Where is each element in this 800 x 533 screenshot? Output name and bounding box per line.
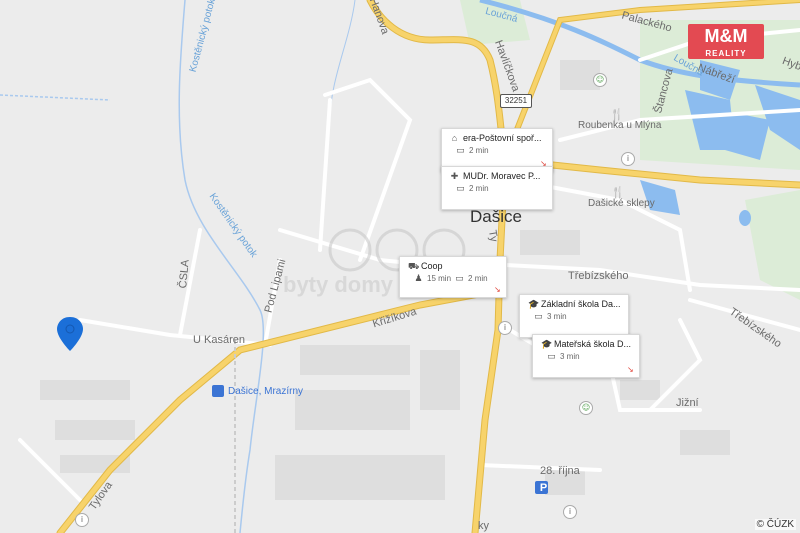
info-icon[interactable]: i	[621, 152, 635, 166]
poi-card-kindergarten[interactable]: 🎓 Mateřská škola D... ▭ 3 min ↘	[532, 334, 640, 378]
school-icon: 🎓	[528, 298, 540, 309]
street-label-jizni: Jižní	[676, 397, 699, 409]
poi-card-time: 2 min	[469, 184, 489, 193]
school-icon: 🎓	[541, 338, 553, 349]
poi-card-coop[interactable]: ⛟ Coop ♟ 15 min ▭ 2 min ↘	[399, 256, 507, 298]
street-label-trebizskeho: Třebízského	[568, 270, 629, 282]
poi-card-doctor[interactable]: ✚ MUDr. Moravec P... ▭ 2 min	[441, 166, 553, 210]
bus-stop-icon	[212, 385, 224, 397]
car-icon: ▭	[455, 273, 464, 283]
sports-icon[interactable]: ☺	[579, 401, 593, 415]
bus-stop-label: Dašice, Mrazírny	[228, 386, 304, 397]
copyright-text: © ČÚZK	[754, 519, 796, 530]
poi-card-time: 2 min	[469, 146, 489, 155]
leisure-icon[interactable]: ☺	[593, 73, 607, 87]
walk-icon: ♟	[414, 273, 423, 283]
poi-card-walk-time: 15 min	[427, 274, 452, 283]
medical-icon: ✚	[450, 170, 459, 181]
poi-card-title: era-Poštovní spoř...	[463, 133, 542, 143]
info-icon[interactable]: i	[75, 513, 89, 527]
navigate-arrow-icon[interactable]: ↘	[494, 286, 502, 294]
car-icon: ▭	[547, 351, 556, 361]
bank-icon: ⌂	[451, 132, 458, 143]
street-label-csla: ČSLA	[177, 259, 192, 289]
poi-label-roubenka: Roubenka u Mlýna	[578, 120, 662, 131]
poi-label-dasicke-sklepy: Dašické sklepy	[588, 198, 655, 209]
poi-card-title: Základní škola Da...	[541, 299, 621, 309]
poi-card-title: MUDr. Moravec P...	[463, 171, 541, 181]
cart-icon: ⛟	[408, 260, 420, 271]
poi-card-time: 3 min	[560, 352, 580, 361]
restaurant-icon[interactable]: 🍴	[611, 186, 625, 199]
parking-letter[interactable]: P	[538, 482, 549, 494]
restaurant-icon[interactable]: 🍴	[610, 108, 624, 121]
company-logo: M&M REALITY	[688, 24, 764, 59]
town-label: Dašice	[470, 207, 522, 226]
logo-sub-text: REALITY	[705, 49, 747, 58]
street-label-u-kasaren: U Kasáren	[193, 334, 245, 346]
road-number-shield: 32251	[500, 94, 532, 108]
car-icon: ▭	[456, 145, 465, 155]
street-label-ky: ky	[478, 520, 489, 532]
poi-card-primary-school[interactable]: 🎓 Základní škola Da... ▭ 3 min	[519, 294, 629, 338]
street-label-tylova-2: Ty	[485, 229, 500, 243]
poi-card-time: 3 min	[547, 312, 567, 321]
poi-card-title: Mateřská škola D...	[554, 339, 632, 349]
logo-main-text: M&M	[704, 26, 748, 46]
car-icon: ▭	[456, 183, 465, 193]
info-icon[interactable]: i	[563, 505, 577, 519]
street-label-28-rijna: 28. října	[540, 465, 580, 477]
car-icon: ▭	[534, 311, 543, 321]
poi-card-title: Coop	[421, 261, 443, 271]
info-icon[interactable]: i	[498, 321, 512, 335]
navigate-arrow-icon[interactable]: ↘	[627, 366, 635, 374]
poi-card-time: 2 min	[468, 274, 488, 283]
